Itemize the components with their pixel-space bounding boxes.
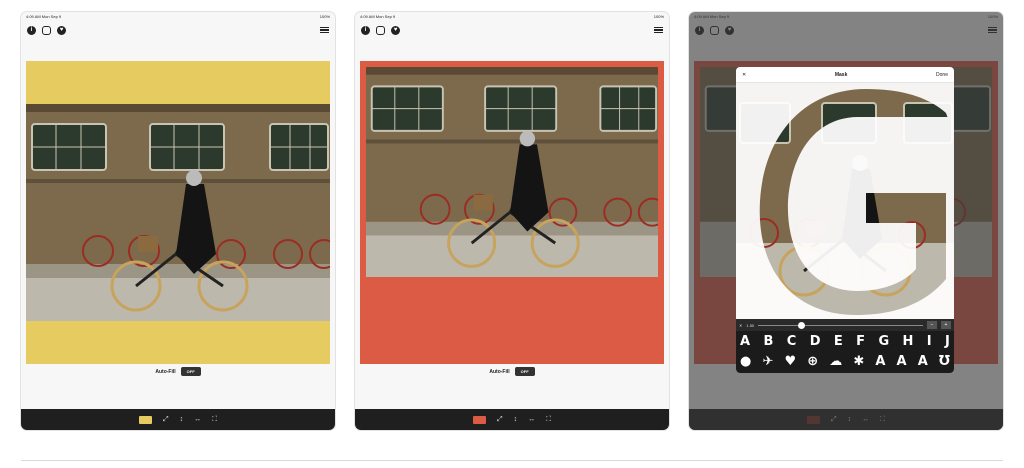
mask-letter-a-alt2[interactable]: A	[897, 354, 907, 370]
color-swatch[interactable]	[138, 415, 152, 424]
mask-letter-d[interactable]: D	[810, 334, 821, 350]
mask-modal-header: ✕ Mask Done	[736, 67, 954, 83]
auto-fill-toggle[interactable]: OFF	[180, 367, 201, 376]
mask-letter-c[interactable]: C	[787, 334, 797, 350]
auto-fill-control: Auto-Fill OFF	[355, 367, 669, 376]
decrease-button[interactable]: −	[927, 321, 937, 329]
menu-icon[interactable]	[654, 26, 663, 34]
status-battery: 100%	[653, 14, 664, 19]
mask-size-slider[interactable]	[758, 321, 923, 329]
auto-fill-label: Auto-Fill	[489, 368, 510, 375]
horizontal-align-icon[interactable]: ↔	[194, 416, 201, 423]
color-swatch[interactable]	[472, 415, 486, 424]
bottom-toolbar: ⤢ ↕ ↔ ⛶	[355, 409, 669, 430]
horizontal-align-icon[interactable]: ↔	[528, 416, 535, 423]
mask-title: Mask	[834, 71, 848, 78]
status-bar: 4:09 AM Mon Sep 9 100%	[355, 12, 669, 21]
mask-letter-g[interactable]: G	[878, 334, 889, 350]
slider-value: 1.50	[746, 322, 755, 328]
info-icon[interactable]: i	[27, 25, 36, 35]
mask-letter-b[interactable]: B	[763, 334, 773, 350]
letter-row: A B C D E F G H I J	[740, 334, 950, 350]
vertical-align-icon[interactable]: ↕	[514, 416, 518, 423]
menu-icon[interactable]	[320, 26, 329, 34]
mask-shape-picker: A B C D E F G H I J ● ✈ ♥ ⊕ ☁ ✱ A A A Ʊ	[736, 331, 954, 373]
section-divider	[21, 460, 1003, 461]
plus-circle-icon[interactable]: ⊕	[807, 354, 818, 370]
fit-icon[interactable]: ⛶	[546, 416, 551, 424]
status-bar: 4:09 AM Mon Sep 9 100%	[21, 12, 335, 21]
heart-icon[interactable]: ♥	[784, 354, 796, 370]
vertical-align-icon[interactable]: ↕	[180, 416, 184, 423]
hook-icon[interactable]: Ʊ	[939, 354, 950, 370]
slider-knob[interactable]	[797, 321, 805, 329]
bicycle-photo	[26, 104, 330, 321]
layers-icon[interactable]	[42, 25, 51, 35]
fit-icon[interactable]: ⛶	[212, 416, 217, 424]
slider-close-button[interactable]: ✕	[739, 323, 742, 328]
screen-mask-editor: 4:09 AM Mon Sep 9 100% i ♥ ⤢ ↕	[689, 12, 1003, 430]
screen-red-fill: 4:09 AM Mon Sep 9 100% i ♥ Auto-Fill OFF…	[355, 12, 669, 430]
mask-letter-i[interactable]: I	[927, 334, 932, 350]
mask-preview[interactable]	[736, 83, 954, 319]
mask-size-slider-row: ✕ 1.50 − +	[736, 319, 954, 331]
expand-icon[interactable]: ⤢	[163, 416, 169, 424]
top-toolbar: i ♥	[21, 21, 335, 39]
auto-fill-toggle[interactable]: OFF	[514, 367, 535, 376]
mask-letter-f[interactable]: F	[856, 334, 865, 350]
shape-row: ● ✈ ♥ ⊕ ☁ ✱ A A A Ʊ	[740, 354, 950, 370]
asterisk-icon[interactable]: ✱	[853, 354, 864, 370]
status-time: 4:09 AM Mon Sep 9	[360, 14, 396, 19]
bicycle-photo	[366, 67, 658, 277]
screen-yellow-fill: 4:09 AM Mon Sep 9 100% i ♥ Auto-Fill OFF…	[21, 12, 335, 430]
mask-letter-j[interactable]: J	[945, 334, 950, 350]
top-toolbar: i ♥	[355, 21, 669, 39]
status-time: 4:09 AM Mon Sep 9	[26, 14, 62, 19]
mask-letter-h[interactable]: H	[903, 334, 914, 350]
photo-canvas[interactable]	[360, 61, 664, 364]
mask-modal: ✕ Mask Done ✕ 1.50 − + A B C D E F G H I…	[736, 67, 954, 373]
cloud-icon[interactable]: ☁	[829, 354, 842, 370]
mask-letter-a-alt3[interactable]: A	[918, 354, 928, 370]
layers-icon[interactable]	[376, 25, 385, 35]
mask-letter-e[interactable]: E	[834, 334, 843, 350]
close-button[interactable]: ✕	[742, 72, 746, 78]
done-button[interactable]: Done	[936, 72, 948, 78]
heart-icon[interactable]: ♥	[57, 25, 66, 35]
expand-icon[interactable]: ⤢	[497, 416, 503, 424]
increase-button[interactable]: +	[941, 321, 951, 329]
info-icon[interactable]: i	[361, 25, 370, 35]
bird-icon[interactable]: ✈	[762, 354, 773, 370]
auto-fill-control: Auto-Fill OFF	[21, 367, 335, 376]
speech-bubble-icon[interactable]: ●	[740, 354, 751, 370]
photo-canvas[interactable]	[26, 61, 330, 364]
mask-letter-a-alt1[interactable]: A	[875, 354, 885, 370]
status-battery: 100%	[319, 14, 330, 19]
mask-letter-a[interactable]: A	[740, 334, 750, 350]
bottom-toolbar: ⤢ ↕ ↔ ⛶	[21, 409, 335, 430]
heart-icon[interactable]: ♥	[391, 25, 400, 35]
auto-fill-label: Auto-Fill	[155, 368, 176, 375]
